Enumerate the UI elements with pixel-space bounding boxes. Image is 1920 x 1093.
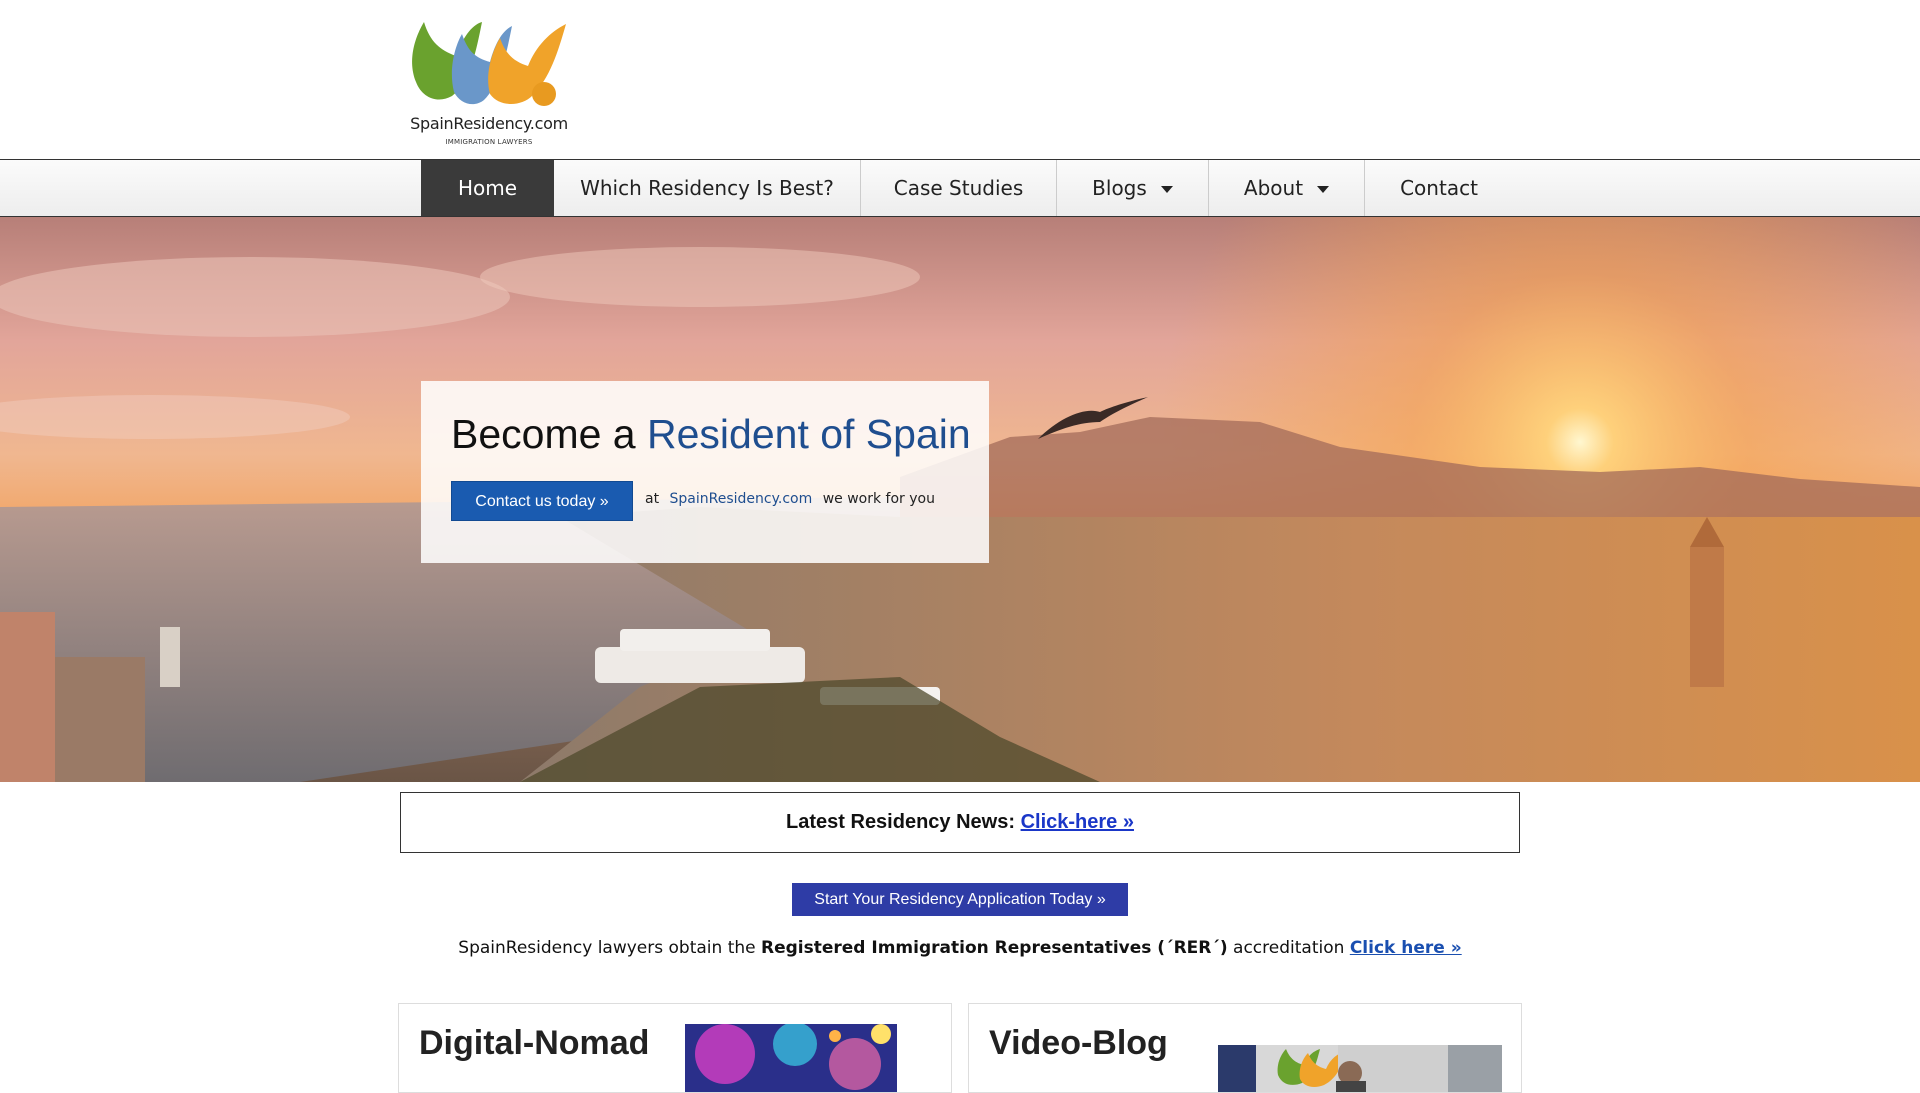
nav-which-residency-label: Which Residency Is Best?	[580, 176, 834, 200]
rer-bold: Registered Immigration Representatives (…	[761, 938, 1228, 958]
chevron-down-icon	[1160, 186, 1173, 193]
nav-blogs[interactable]: Blogs	[1057, 160, 1209, 216]
start-application-button[interactable]: Start Your Residency Application Today »	[792, 883, 1128, 916]
contact-us-button[interactable]: Contact us today »	[451, 481, 633, 521]
hero-title-accent: Resident of Spain	[647, 411, 971, 457]
nav-which-residency[interactable]: Which Residency Is Best?	[554, 160, 861, 216]
rer-accreditation-line: SpainResidency lawyers obtain the Regist…	[0, 938, 1920, 958]
nav-home-label: Home	[457, 176, 518, 200]
card-title: Digital-Nomad	[419, 1024, 650, 1062]
chevron-down-icon	[1317, 186, 1330, 193]
rer-suffix: accreditation	[1233, 938, 1345, 958]
hero-tail-text: we work for you	[822, 491, 935, 507]
nav-about-label: About	[1243, 176, 1304, 200]
hero-card: Become a Resident of Spain Contact us to…	[421, 381, 989, 563]
hero-banner: Become a Resident of Spain Contact us to…	[0, 217, 1920, 782]
site-header: SpainResidency.com IMMIGRATION LAWYERS	[0, 0, 1920, 159]
nav-blogs-label: Blogs	[1092, 176, 1147, 200]
logo-text: SpainResidency.com	[410, 114, 568, 133]
nav-contact[interactable]: Contact	[1365, 160, 1513, 216]
nav-case-studies-label: Case Studies	[893, 176, 1024, 200]
rer-link[interactable]: Click here »	[1350, 938, 1462, 958]
news-label: Latest Residency News:	[786, 811, 1016, 833]
hero-tagline: at SpainResidency.com we work for you	[645, 491, 935, 507]
news-link[interactable]: Click-here »	[1021, 811, 1134, 833]
logo-birds-icon	[412, 22, 566, 106]
hero-title: Become a Resident of Spain	[451, 411, 971, 458]
nav-about[interactable]: About	[1209, 160, 1365, 216]
hero-site-link[interactable]: SpainResidency.com	[670, 491, 813, 507]
main-nav: Home Which Residency Is Best? Case Studi…	[0, 159, 1920, 217]
site-logo[interactable]: SpainResidency.com IMMIGRATION LAWYERS	[404, 12, 574, 150]
nav-case-studies[interactable]: Case Studies	[861, 160, 1057, 216]
logo-subtext: IMMIGRATION LAWYERS	[445, 138, 533, 146]
hero-at-text: at	[645, 491, 660, 507]
nav-home[interactable]: Home	[421, 160, 554, 216]
latest-news-banner: Latest Residency News: Click-here »	[400, 792, 1520, 853]
digital-nomad-image	[685, 1024, 897, 1092]
video-blog-thumbnail[interactable]	[1218, 1045, 1502, 1092]
card-title: Video-Blog	[989, 1024, 1168, 1062]
hero-title-prefix: Become a	[451, 411, 636, 457]
nav-contact-label: Contact	[1400, 176, 1478, 200]
rer-prefix: SpainResidency lawyers obtain the	[458, 938, 756, 958]
